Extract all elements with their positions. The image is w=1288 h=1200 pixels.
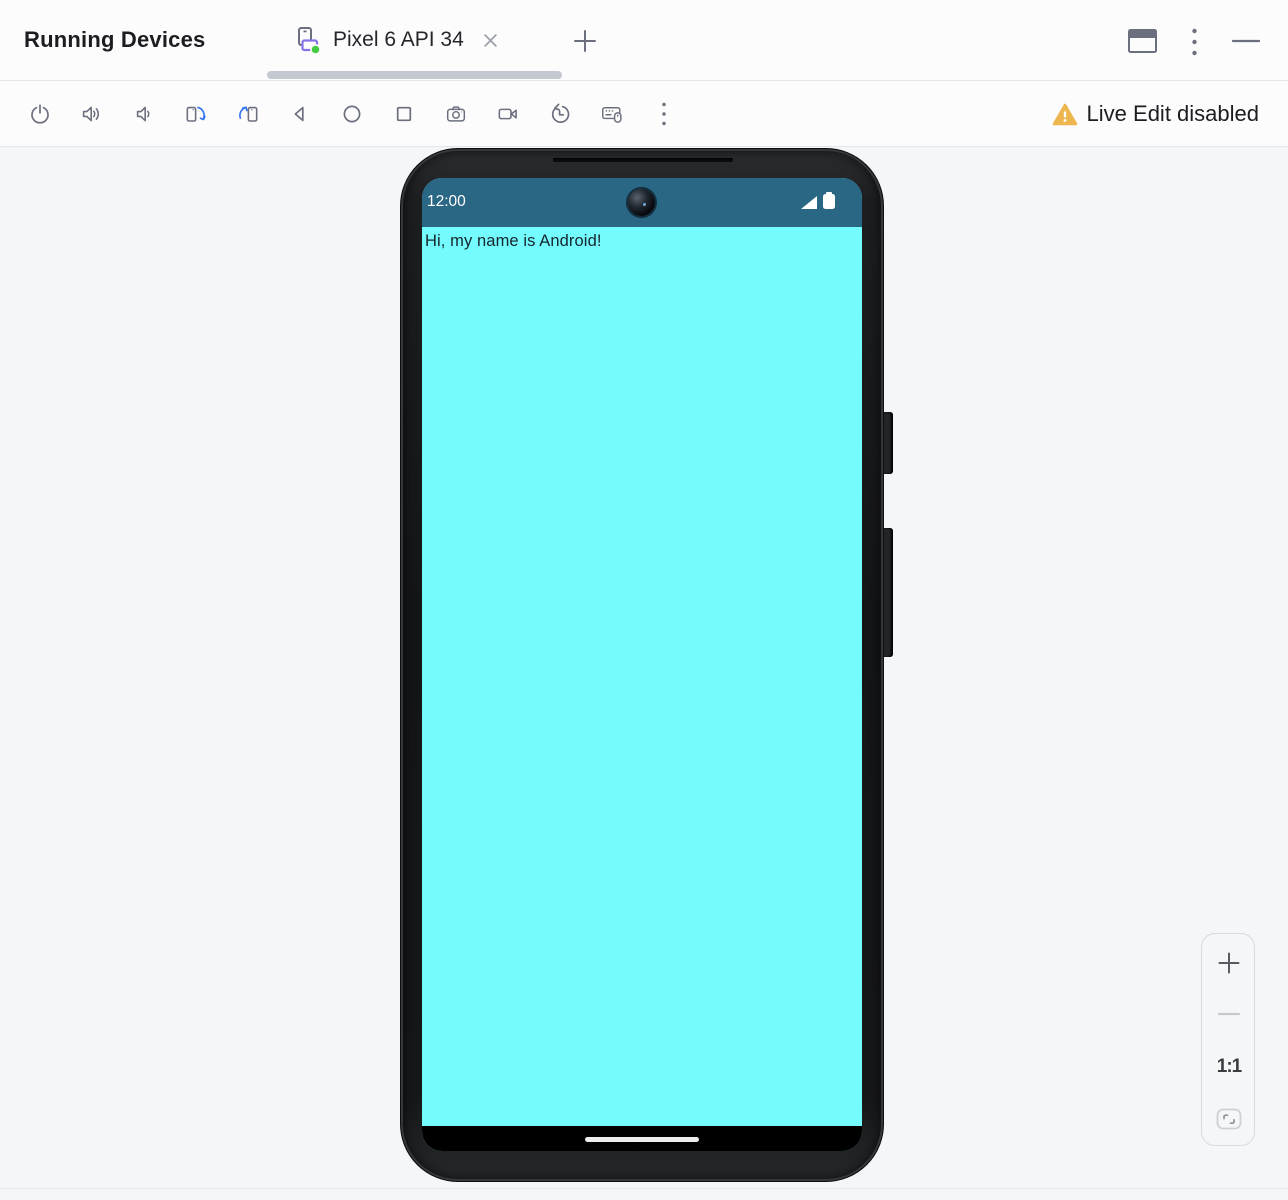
overview-icon [392,102,416,126]
running-devices-header: Running Devices Pixel 6 API 34 [0,0,1288,81]
warning-icon [1052,103,1078,126]
device-power-side-button [884,412,893,474]
back-button[interactable] [288,102,312,126]
plus-icon [570,26,600,56]
minus-icon [1217,1012,1241,1016]
rotate-right-icon [236,102,260,126]
back-icon [288,102,312,126]
screen-record-button[interactable] [496,102,520,126]
screenshot-camera-icon [444,102,468,126]
bottom-divider [0,1188,1288,1189]
zoom-in-button[interactable] [1202,948,1256,978]
home-icon [340,102,364,126]
greeting-text: Hi, my name is Android! [425,232,602,251]
screen-record-icon [496,102,520,126]
tab-scrollbar[interactable] [267,71,562,79]
plus-icon [1217,951,1241,975]
header-more-options-button[interactable] [1190,27,1199,57]
front-camera [628,189,655,216]
device-screen[interactable]: 12:00 Hi, my name is Android! [422,178,862,1151]
volume-down-button[interactable] [132,102,156,126]
volume-down-icon [132,102,156,126]
hardware-input-keyboard-icon [600,101,624,127]
device-toolbar: Live Edit disabled [0,81,1288,147]
add-device-tab-button[interactable] [570,26,600,56]
toolbar-more-options-button[interactable] [652,102,676,126]
fit-to-window-icon [1215,1106,1243,1132]
battery-icon [823,194,835,209]
restart-icon [548,102,572,126]
signal-icon [801,196,817,209]
rotate-left-button[interactable] [184,102,208,126]
kebab-menu-icon [1190,27,1199,57]
window-mode-button[interactable] [1128,29,1157,53]
power-icon [28,102,52,126]
restart-button[interactable] [548,102,572,126]
volume-up-icon [80,102,104,126]
emulator-pixel-6[interactable]: 12:00 Hi, my name is Android! [400,148,884,1182]
window-mode-icon [1128,29,1157,53]
app-content: Hi, my name is Android! [422,227,862,1126]
home-button[interactable] [340,102,364,126]
screenshot-button[interactable] [444,102,468,126]
live-edit-label: Live Edit disabled [1087,101,1259,127]
kebab-menu-icon [660,101,668,127]
volume-up-button[interactable] [80,102,104,126]
overview-button[interactable] [392,102,416,126]
rotate-right-button[interactable] [236,102,260,126]
zoom-to-fit-button[interactable] [1202,1104,1256,1134]
tab-pixel-6-api-34[interactable]: Pixel 6 API 34 [290,0,498,80]
power-button[interactable] [28,102,52,126]
android-nav-bar [422,1126,862,1151]
tab-label: Pixel 6 API 34 [333,28,464,52]
minimize-icon [1232,39,1260,43]
zoom-reset-button[interactable]: 1:1 [1202,1052,1256,1082]
earpiece-speaker [553,158,733,162]
device-volume-side-button [884,528,893,657]
live-edit-status[interactable]: Live Edit disabled [1052,81,1259,147]
zoom-out-button[interactable] [1202,1002,1256,1026]
status-bar-clock: 12:00 [427,193,466,211]
close-tab-button[interactable] [483,33,498,48]
hardware-input-button[interactable] [600,102,624,126]
hide-button[interactable] [1232,39,1260,43]
gesture-pill[interactable] [585,1137,699,1142]
page-title: Running Devices [24,0,205,80]
zoom-controls: 1:1 [1201,933,1255,1146]
rotate-left-icon [184,102,208,126]
virtual-device-icon [290,24,322,56]
